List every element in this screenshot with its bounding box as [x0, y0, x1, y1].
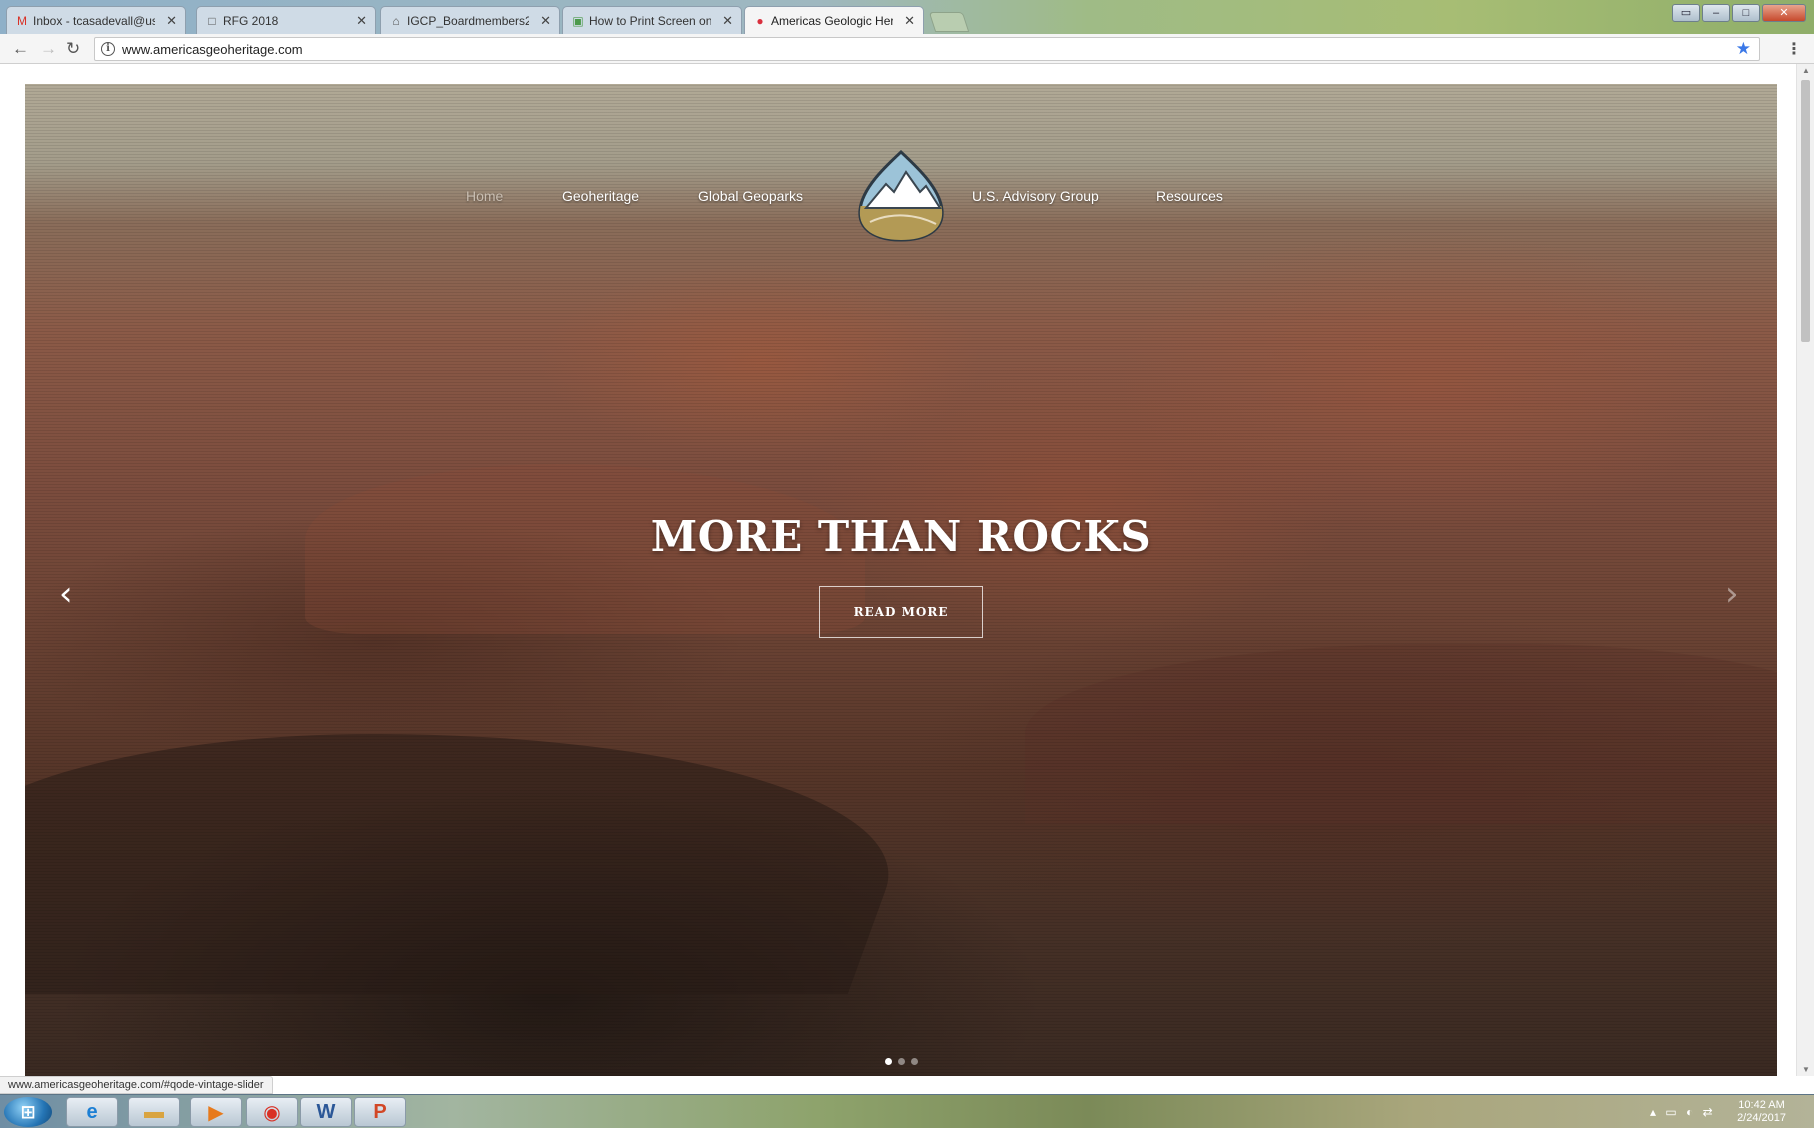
- forward-icon[interactable]: →: [40, 38, 57, 60]
- slider-prev-arrow-icon[interactable]: ‹: [59, 574, 73, 614]
- close-window-icon[interactable]: ✕: [1762, 4, 1806, 22]
- tab-label: How to Print Screen on: [589, 13, 711, 28]
- tab-close-icon[interactable]: ✕: [540, 13, 551, 29]
- nav-home[interactable]: Home: [466, 188, 503, 204]
- slider-dot-3[interactable]: [911, 1058, 918, 1065]
- slider-pagination: [885, 1058, 918, 1065]
- info-icon[interactable]: i: [101, 42, 115, 56]
- reload-icon[interactable]: ↻: [66, 38, 80, 60]
- tab-label: Americas Geologic Herit: [771, 13, 893, 28]
- tab-label: Inbox - tcasadevall@usg: [33, 13, 155, 28]
- nav-resources[interactable]: Resources: [1156, 188, 1223, 204]
- tab-4[interactable]: ▣ How to Print Screen on ✕: [562, 6, 742, 34]
- address-url[interactable]: www.americasgeoheritage.com: [122, 42, 303, 57]
- new-tab-button[interactable]: [928, 12, 970, 32]
- tab-close-icon[interactable]: ✕: [722, 13, 733, 29]
- nav-geoheritage[interactable]: Geoheritage: [562, 188, 639, 204]
- slider-dot-2[interactable]: [898, 1058, 905, 1065]
- browser-toolbar: ← → ↻ i www.americasgeoheritage.com ★ ⋮: [0, 34, 1814, 64]
- institution-icon: ⌂: [392, 14, 400, 28]
- minimize-icon[interactable]: –: [1702, 4, 1730, 22]
- restore-icon[interactable]: ▭: [1672, 4, 1700, 22]
- browser-menu-icon[interactable]: ⋮: [1786, 39, 1802, 59]
- site-logo[interactable]: [856, 148, 946, 242]
- windows-taskbar: ⊞ e ▬ ▶ ◉ W P ▴ ▭ ◐ ⇄ 10:42 AM 2/24/2017: [0, 1094, 1814, 1128]
- tab-close-icon[interactable]: ✕: [166, 13, 177, 29]
- file-explorer-icon[interactable]: ▬: [128, 1097, 180, 1127]
- clock-date: 2/24/2017: [1737, 1112, 1786, 1124]
- status-bar-url: www.americasgeoheritage.com/#qode-vintag…: [0, 1076, 273, 1094]
- scrollbar-thumb[interactable]: [1801, 80, 1810, 342]
- slide-headline: MORE THAN ROCKS: [650, 512, 1152, 561]
- tab-5[interactable]: ● Americas Geologic Herit ✕: [744, 6, 924, 34]
- tab-close-icon[interactable]: ✕: [356, 13, 367, 29]
- gmail-icon: M: [17, 14, 27, 28]
- start-button-icon[interactable]: ⊞: [4, 1097, 52, 1127]
- page-scrollbar[interactable]: ▲ ▼: [1796, 64, 1814, 1076]
- slider-next-arrow-icon[interactable]: ›: [1725, 574, 1739, 614]
- nav-global-geoparks[interactable]: Global Geoparks: [698, 188, 803, 204]
- scroll-down-icon[interactable]: ▼: [1802, 1065, 1810, 1074]
- tab-label: IGCP_Boardmembers201: [407, 13, 529, 28]
- document-icon: □: [208, 14, 216, 28]
- tab-1[interactable]: M Inbox - tcasadevall@usg ✕: [6, 6, 186, 34]
- slider-dot-1[interactable]: [885, 1058, 892, 1065]
- hero-slider: Home Geoheritage Global Geoparks U.S. Ad…: [25, 84, 1777, 1076]
- window-controls: ▭ – □ ✕: [1672, 4, 1806, 22]
- tray-icons[interactable]: ▴ ▭ ◐ ⇄: [1650, 1105, 1716, 1119]
- media-player-icon[interactable]: ▶: [190, 1097, 242, 1127]
- nav-us-advisory-group[interactable]: U.S. Advisory Group: [972, 188, 1099, 204]
- tab-2[interactable]: □ RFG 2018 ✕: [196, 6, 376, 34]
- back-icon[interactable]: ←: [12, 38, 29, 60]
- clock[interactable]: 10:42 AM 2/24/2017: [1737, 1099, 1786, 1125]
- read-more-button[interactable]: READ MORE: [819, 586, 983, 638]
- tab-strip: M Inbox - tcasadevall@usg ✕ □ RFG 2018 ✕ ⌂ IGCP…: [0, 0, 1814, 34]
- tab-close-icon[interactable]: ✕: [904, 13, 915, 29]
- site-favicon: ●: [756, 14, 764, 28]
- scroll-up-icon[interactable]: ▲: [1802, 66, 1810, 75]
- wikihow-icon: ▣: [572, 14, 584, 28]
- word-icon[interactable]: W: [300, 1097, 352, 1127]
- bookmark-star-icon[interactable]: ★: [1736, 39, 1751, 59]
- address-bar[interactable]: i www.americasgeoheritage.com ★: [94, 37, 1760, 61]
- clock-time: 10:42 AM: [1738, 1099, 1785, 1111]
- powerpoint-icon[interactable]: P: [354, 1097, 406, 1127]
- system-tray: ▴ ▭ ◐ ⇄ 10:42 AM 2/24/2017: [1644, 1095, 1814, 1129]
- page-viewport: Home Geoheritage Global Geoparks U.S. Ad…: [0, 64, 1796, 1076]
- maximize-icon[interactable]: □: [1732, 4, 1760, 22]
- ie-icon[interactable]: e: [66, 1097, 118, 1127]
- tab-3[interactable]: ⌂ IGCP_Boardmembers201 ✕: [380, 6, 560, 34]
- chrome-icon[interactable]: ◉: [246, 1097, 298, 1127]
- tab-label: RFG 2018: [223, 13, 279, 28]
